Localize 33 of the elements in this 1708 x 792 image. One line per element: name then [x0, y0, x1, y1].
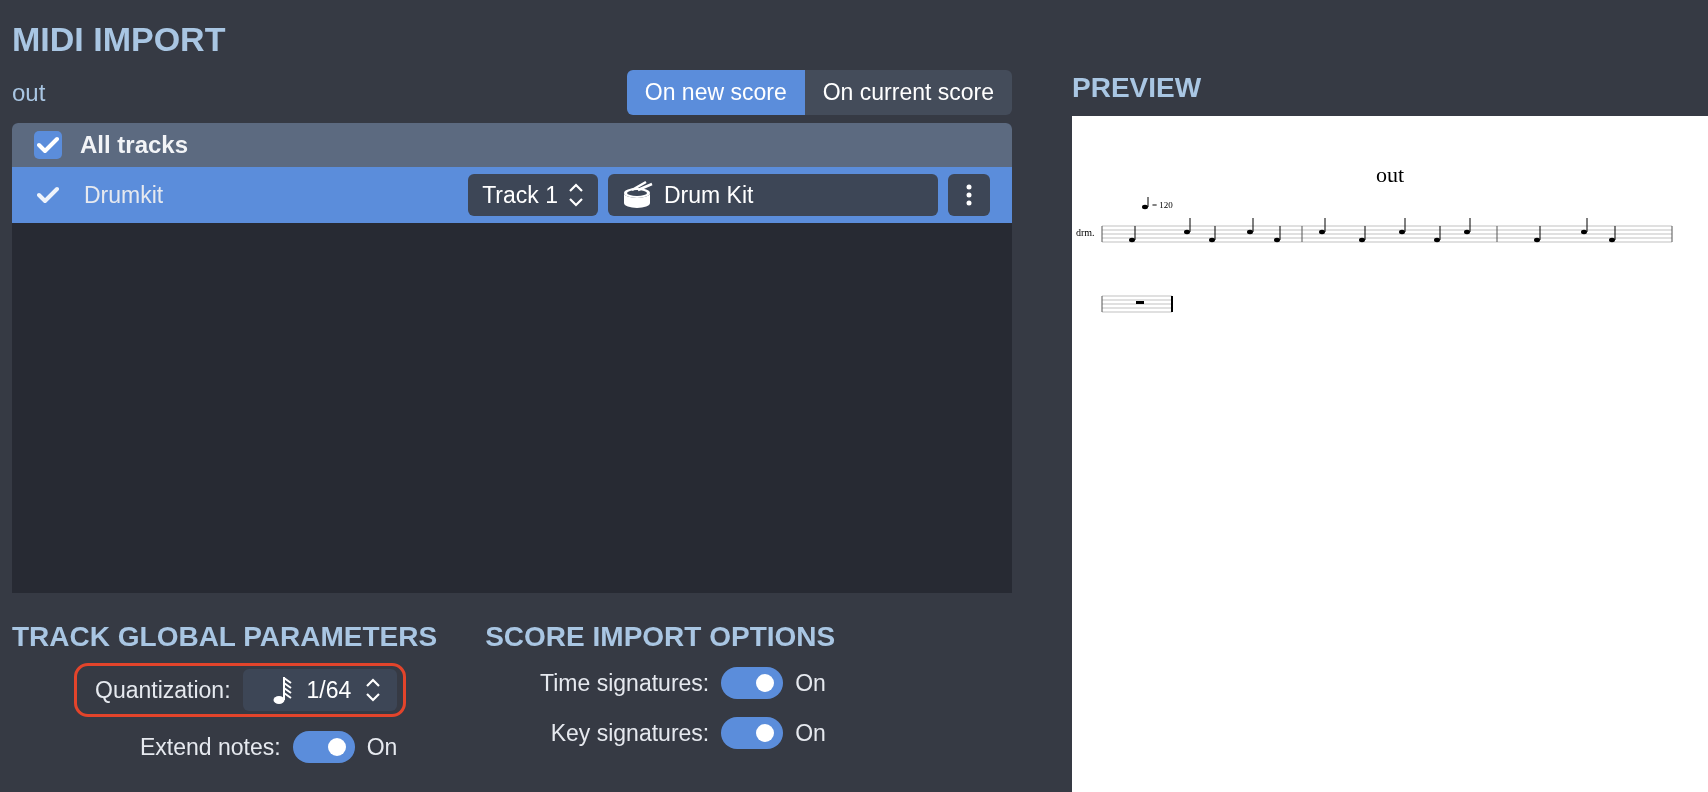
- toggle-value: On: [795, 669, 827, 697]
- toggle-switch[interactable]: [721, 667, 784, 699]
- drum-icon: [622, 180, 654, 210]
- preview-title: PREVIEW: [1072, 72, 1203, 104]
- all-tracks-label: All tracks: [80, 131, 189, 159]
- track-name: Drumkit: [84, 181, 165, 209]
- up-down-chevron-icon: [568, 182, 584, 208]
- track-select[interactable]: Track 1: [468, 174, 598, 216]
- toggle-switch[interactable]: [292, 731, 355, 763]
- toggle-value: On: [366, 733, 398, 761]
- instrument-abbreviation: drm.: [1076, 227, 1095, 238]
- parameter-label: Extend notes:: [140, 733, 281, 761]
- page-title: MIDI IMPORT: [12, 20, 227, 58]
- quarter-note-icon: [1142, 196, 1149, 210]
- tempo-marking: = 120: [1152, 200, 1173, 210]
- toggle-switch[interactable]: [721, 717, 784, 749]
- up-down-chevron-icon: [365, 677, 382, 703]
- section-title: SCORE IMPORT OPTIONS: [485, 621, 836, 653]
- checkbox[interactable]: [34, 131, 62, 159]
- parameter-label: Quantization:: [95, 676, 231, 704]
- quantization-select[interactable]: 1/64: [242, 669, 398, 711]
- option-label: Key signatures:: [550, 719, 710, 747]
- toggle-value: On: [795, 719, 827, 747]
- more-icon: [966, 184, 972, 206]
- more-options-button[interactable]: [948, 174, 990, 216]
- section-title: TRACK GLOBAL PARAMETERS: [12, 621, 438, 653]
- track-row[interactable]: Drumkit Track 1 Drum Kit: [12, 167, 1012, 223]
- score-title: out: [1374, 162, 1406, 188]
- option-label: Time signatures:: [540, 669, 710, 697]
- sixty-fourth-note-icon: [272, 675, 293, 705]
- file-name: out: [12, 78, 46, 107]
- instrument-select[interactable]: Drum Kit: [608, 174, 938, 216]
- import-target-tab[interactable]: On current score: [804, 70, 1012, 115]
